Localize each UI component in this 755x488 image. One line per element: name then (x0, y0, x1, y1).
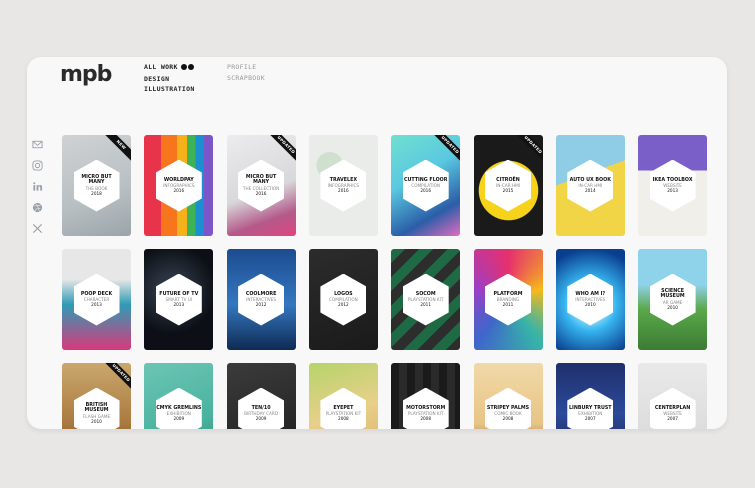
project-card[interactable]: UPDATED CUTTING FLOOR COMPILATION 2016 (391, 135, 461, 236)
card-label-hexagon: MICRO BUT MANY THE COLLECTION 2016 (238, 159, 285, 212)
card-badge: NEW (101, 135, 131, 165)
instagram-icon[interactable] (32, 160, 43, 171)
card-label-hexagon: IKEA TOOLBOX WEBSITE 2013 (649, 159, 696, 212)
card-badge: UPDATED (101, 363, 131, 393)
project-card[interactable]: CMYK GREMLINS EXHIBITION 2009 (144, 363, 214, 429)
card-badge: UPDATED (265, 135, 296, 165)
x-icon[interactable] (32, 223, 43, 234)
card-label-hexagon: STRIPEY PALMS COMIC BOOK 2008 (485, 387, 531, 429)
card-year: 2007 (667, 416, 678, 422)
card-label-hexagon: TEN/10 BIRTHDAY CARD 2009 (238, 387, 285, 429)
card-year: 2016 (420, 188, 432, 194)
card-title: SCIENCE MUSEUM (660, 288, 685, 300)
logo[interactable]: mpb (60, 62, 112, 87)
card-label-hexagon: MICRO BUT MANY THE BOOK 2018 (73, 159, 120, 212)
card-year: 2010 (667, 305, 678, 311)
card-year: 2009 (173, 416, 185, 422)
card-year: 2008 (338, 416, 349, 422)
card-label-hexagon: SCIENCE MUSEUM AR GAME 2010 (649, 273, 696, 326)
card-year: 2013 (91, 302, 102, 308)
project-card[interactable]: STRIPEY PALMS COMIC BOOK 2008 (473, 363, 543, 429)
card-label-hexagon: BRITISH MUSEUM FLASH GAME 2010 (73, 387, 120, 429)
card-year: 2007 (584, 416, 596, 422)
card-label-hexagon: CITROËN IN-CAR HMI 2015 (485, 159, 531, 212)
card-title: MICRO BUT MANY (245, 174, 277, 186)
card-title: MICRO BUT MANY (81, 174, 112, 186)
primary-nav: ALL WORK DESIGN ILLUSTRATION (144, 62, 195, 95)
card-year: 2011 (502, 302, 514, 308)
card-year: 2012 (255, 302, 267, 308)
card-label-hexagon: WORLDPAY INFOGRAPHICS 2016 (155, 159, 202, 212)
project-card[interactable]: TEN/10 BIRTHDAY CARD 2009 (226, 363, 296, 429)
project-card[interactable]: SOCOM PLAYSTATION KIT 2011 (391, 249, 461, 350)
card-year: 2008 (502, 416, 514, 422)
email-icon[interactable] (32, 139, 43, 150)
project-card[interactable]: CENTERPLAN WEBSITE 2007 (638, 363, 708, 429)
card-year: 2015 (502, 188, 514, 194)
card-year: 2008 (420, 416, 432, 422)
card-year: 2016 (173, 188, 185, 194)
card-label-hexagon: LOGOS COMPILATION 2012 (320, 273, 367, 326)
project-card[interactable]: UPDATED MICRO BUT MANY THE COLLECTION 2016 (226, 135, 296, 236)
nav-item-design[interactable]: DESIGN (144, 74, 195, 85)
card-year: 2009 (255, 416, 267, 422)
project-card[interactable]: MOTORSTORM PLAYSTATION KIT 2008 (391, 363, 461, 429)
card-label-hexagon: FUTURE OF TV SMART TV UI 2013 (155, 273, 202, 326)
card-year: 2013 (667, 188, 678, 194)
card-label-hexagon: AUTO UX BOOK IN-CAR HMI 2014 (567, 159, 614, 212)
project-card[interactable]: COOLMORE INTERACTIVES 2012 (226, 249, 296, 350)
nav-item-illustration[interactable]: ILLUSTRATION (144, 84, 195, 95)
dribbble-icon[interactable] (32, 202, 43, 213)
card-label-hexagon: WHO AM I? INTERACTIVES 2010 (567, 273, 614, 326)
project-card[interactable]: EYEPET PLAYSTATION KIT 2008 (308, 363, 378, 429)
project-card[interactable]: LOGOS COMPILATION 2012 (308, 249, 378, 350)
active-indicator-icon (180, 63, 195, 74)
card-year: 2013 (173, 302, 185, 308)
card-label-hexagon: TRAVELEX INFOGRAPHICS 2016 (320, 159, 367, 212)
card-badge: UPDATED (512, 135, 543, 165)
project-card[interactable]: UPDATED BRITISH MUSEUM FLASH GAME 2010 (62, 363, 131, 429)
project-card[interactable]: PLATFORM BRANDING 2011 (473, 249, 543, 350)
social-links (32, 139, 44, 244)
project-card[interactable]: TRAVELEX INFOGRAPHICS 2016 (308, 135, 378, 236)
nav-item-all-work[interactable]: ALL WORK (144, 62, 195, 74)
project-card[interactable]: POOP DECK CHARACTER 2013 (62, 249, 131, 350)
secondary-nav: PROFILE SCRAPBOOK (227, 62, 265, 83)
browser-window: mpb ALL WORK DESIGN ILLUSTRATION PROFILE… (27, 57, 727, 429)
nav-item-profile[interactable]: PROFILE (227, 62, 265, 73)
card-year: 2011 (420, 302, 432, 308)
card-label-hexagon: CUTTING FLOOR COMPILATION 2016 (402, 159, 449, 212)
project-card[interactable]: WORLDPAY INFOGRAPHICS 2016 (144, 135, 214, 236)
card-year: 2016 (255, 191, 267, 197)
card-year: 2018 (91, 191, 102, 197)
card-year: 2010 (91, 419, 102, 425)
card-label-hexagon: COOLMORE INTERACTIVES 2012 (238, 273, 285, 326)
project-card[interactable]: AUTO UX BOOK IN-CAR HMI 2014 (555, 135, 625, 236)
card-badge: UPDATED (430, 135, 461, 165)
card-title: BRITISH MUSEUM (84, 402, 109, 414)
project-card[interactable]: LINBURY TRUST EXHIBITION 2007 (555, 363, 625, 429)
project-card[interactable]: SCIENCE MUSEUM AR GAME 2010 (638, 249, 708, 350)
card-label-hexagon: CMYK GREMLINS EXHIBITION 2009 (155, 387, 202, 429)
card-year: 2016 (338, 188, 349, 194)
project-card[interactable]: NEW MICRO BUT MANY THE BOOK 2018 (62, 135, 131, 236)
project-card[interactable]: IKEA TOOLBOX WEBSITE 2013 (638, 135, 708, 236)
card-label-hexagon: LINBURY TRUST EXHIBITION 2007 (567, 387, 614, 429)
card-label-hexagon: CENTERPLAN WEBSITE 2007 (649, 387, 696, 429)
project-card[interactable]: UPDATED CITROËN IN-CAR HMI 2015 (473, 135, 543, 236)
card-year: 2014 (584, 188, 596, 194)
project-card[interactable]: FUTURE OF TV SMART TV UI 2013 (144, 249, 214, 350)
card-year: 2010 (584, 302, 596, 308)
card-label-hexagon: PLATFORM BRANDING 2011 (485, 273, 531, 326)
card-year: 2012 (338, 302, 349, 308)
linkedin-icon[interactable] (32, 181, 43, 192)
card-label-hexagon: SOCOM PLAYSTATION KIT 2011 (402, 273, 449, 326)
card-label-hexagon: MOTORSTORM PLAYSTATION KIT 2008 (402, 387, 449, 429)
card-label-hexagon: EYEPET PLAYSTATION KIT 2008 (320, 387, 367, 429)
card-label-hexagon: POOP DECK CHARACTER 2013 (73, 273, 120, 326)
nav-item-scrapbook[interactable]: SCRAPBOOK (227, 73, 265, 84)
project-card[interactable]: WHO AM I? INTERACTIVES 2010 (555, 249, 625, 350)
